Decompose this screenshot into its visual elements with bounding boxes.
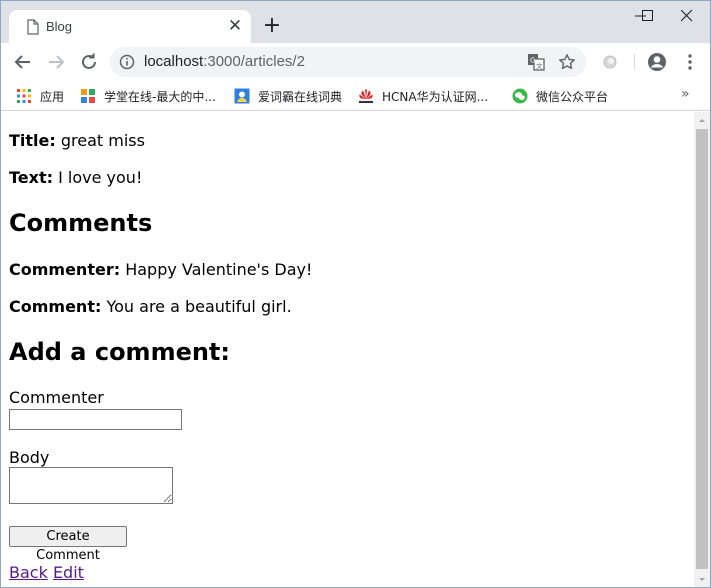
edit-link[interactable]: Edit (53, 563, 84, 582)
tab-blog[interactable]: Blog ✕ (9, 10, 251, 43)
toolbar: localhost:3000/articles/2 G 文 (1, 43, 710, 81)
add-comment-heading: Add a comment: (9, 338, 231, 366)
reload-icon (82, 53, 96, 69)
page-content: Title: great miss Text: I love you! Comm… (1, 112, 694, 587)
footer-links: Back Edit (9, 563, 84, 582)
bookmarks-overflow-icon[interactable]: » (681, 86, 690, 102)
bookmark-label: 微信公众平台 (536, 89, 609, 104)
vertical-scrollbar[interactable] (694, 112, 710, 587)
url-path: :3000/articles/2 (203, 53, 305, 70)
bookmark-label: 应用 (40, 89, 65, 104)
profile-icon[interactable] (645, 50, 669, 74)
commenter-label: Commenter: (9, 260, 121, 279)
close-tab-icon[interactable]: ✕ (225, 16, 245, 36)
commenter-input[interactable] (9, 409, 182, 430)
menu-dots-icon[interactable] (678, 50, 702, 74)
info-icon[interactable] (119, 54, 135, 70)
apps-grid-icon (17, 89, 31, 103)
scroll-up-arrow-icon[interactable] (694, 112, 710, 129)
wechat-logo-icon (512, 88, 528, 104)
article-text-line: Text: I love you! (9, 168, 142, 187)
bookmark-xuetang[interactable]: 学堂在线-最大的中... (80, 85, 216, 107)
new-tab-icon[interactable]: + (260, 14, 284, 38)
comment-label: Comment: (9, 297, 102, 316)
url-host: localhost (144, 53, 204, 70)
reload-button[interactable] (77, 50, 101, 74)
bookmark-apps[interactable]: 应用 (16, 85, 64, 107)
page-icon (27, 19, 39, 35)
bookmark-hcna[interactable]: HCNA华为认证网... (358, 85, 488, 107)
title-value: great miss (60, 131, 145, 150)
commenter-value: Happy Valentine's Day! (125, 260, 313, 279)
back-link[interactable]: Back (9, 563, 48, 582)
forward-button[interactable] (44, 50, 68, 74)
svg-text:G: G (530, 57, 535, 65)
comment-commenter-line: Commenter: Happy Valentine's Day! (9, 260, 312, 279)
create-comment-button[interactable]: Create Comment (9, 526, 127, 563)
extension-icon[interactable] (598, 50, 622, 74)
comment-body-line: Comment: You are a beautiful girl. (9, 297, 292, 316)
xuetang-logo-icon (81, 89, 95, 103)
url-text[interactable]: localhost:3000/articles/2 (144, 53, 305, 70)
svg-text:文: 文 (536, 61, 543, 70)
back-button[interactable] (11, 50, 35, 74)
scrollbar-thumb[interactable] (696, 129, 708, 569)
bookmark-wechat[interactable]: 微信公众平台 (512, 85, 608, 107)
toolbar-separator (634, 54, 635, 70)
body-field-label: Body (9, 448, 50, 467)
bookmark-label: 学堂在线-最大的中... (104, 89, 216, 104)
body-textarea[interactable] (9, 467, 173, 504)
address-bar[interactable]: localhost:3000/articles/2 G 文 (110, 47, 586, 77)
scroll-down-arrow-icon[interactable] (694, 571, 710, 587)
close-icon (681, 10, 693, 22)
article-title-line: Title: great miss (9, 131, 145, 150)
bookmark-label: 爱词霸在线词典 (258, 89, 343, 104)
bookmarks-bar: 应用 学堂在线-最大的中... 爱词霸在线词典 HCNA华为认证网... 微信公… (1, 81, 710, 111)
browser-window: Blog ✕ + localhost:3000/articles/2 G 文 应… (0, 0, 711, 588)
tab-title: Blog (46, 19, 73, 34)
iciba-logo-icon (234, 88, 250, 104)
comments-heading: Comments (9, 209, 153, 237)
tab-strip: Blog ✕ + (1, 1, 710, 43)
bookmark-iciba[interactable]: 爱词霸在线词典 (234, 85, 342, 107)
maximize-icon (642, 10, 653, 21)
title-label: Title: (9, 131, 56, 150)
text-value: I love you! (58, 168, 143, 187)
close-window-button[interactable] (664, 1, 710, 31)
huawei-logo-icon (359, 89, 373, 103)
star-icon[interactable] (558, 53, 576, 71)
translate-icon[interactable]: G 文 (527, 53, 545, 71)
commenter-field-label: Commenter (9, 388, 104, 407)
bookmark-label: HCNA华为认证网... (382, 89, 489, 104)
arrow-left-icon (14, 55, 30, 69)
comment-value: You are a beautiful girl. (106, 297, 292, 316)
arrow-right-icon (49, 55, 65, 69)
text-label: Text: (9, 168, 54, 187)
